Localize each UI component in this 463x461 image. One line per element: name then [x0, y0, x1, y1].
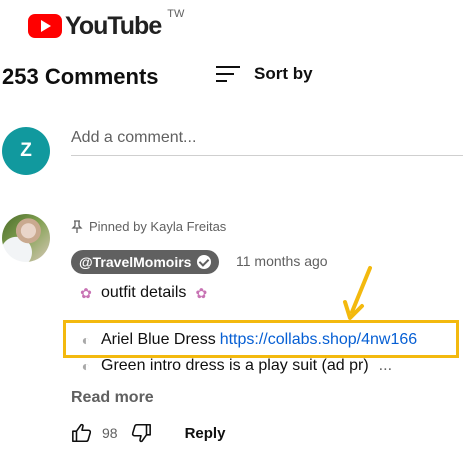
- sort-button[interactable]: Sort by: [216, 64, 313, 84]
- pinned-label: Pinned by Kayla Freitas: [71, 219, 226, 234]
- annotation-arrow: [343, 266, 372, 320]
- thumbs-down-icon[interactable]: [130, 422, 152, 444]
- add-comment-input[interactable]: Add a comment...: [71, 129, 463, 156]
- verified-check-icon: [197, 255, 212, 269]
- shell-emoji-icon: ◐: [81, 358, 91, 374]
- author-chip[interactable]: @TravelMomoirs: [71, 250, 220, 274]
- comment-line-3: ◐ Green intro dress is a play suit (ad p…: [77, 357, 392, 375]
- youtube-logo[interactable]: YouTube TW: [28, 8, 184, 40]
- comment-line-1: ✿ outfit details ✿: [77, 284, 210, 302]
- pin-icon: [71, 220, 83, 233]
- user-avatar[interactable]: Z: [2, 127, 50, 175]
- thumbs-up-icon[interactable]: [71, 422, 93, 444]
- logo-text: YouTube: [65, 12, 162, 40]
- reply-button[interactable]: Reply: [185, 425, 226, 442]
- comment-timestamp[interactable]: 11 months ago: [236, 253, 328, 269]
- comment-text-1: outfit details: [101, 284, 187, 301]
- link-highlight-box: [63, 320, 459, 358]
- comment-actions: 98 Reply: [71, 422, 225, 444]
- read-more-button[interactable]: Read more: [71, 389, 154, 407]
- like-count: 98: [102, 425, 118, 441]
- author-name: @TravelMomoirs: [79, 254, 192, 270]
- mermaid-emoji-icon: ✿: [80, 285, 92, 301]
- comment-ellipsis: ...: [378, 357, 393, 374]
- sort-label: Sort by: [254, 64, 313, 83]
- comment-count: 253 Comments: [2, 64, 159, 89]
- logo-region: TW: [167, 8, 185, 20]
- sort-icon: [216, 64, 240, 84]
- pinned-text: Pinned by Kayla Freitas: [89, 219, 227, 234]
- mermaid-emoji-icon: ✿: [195, 285, 208, 301]
- youtube-play-icon: [28, 14, 62, 38]
- comment-text-3: Green intro dress is a play suit (ad pr): [101, 357, 369, 374]
- commenter-avatar[interactable]: [2, 214, 50, 262]
